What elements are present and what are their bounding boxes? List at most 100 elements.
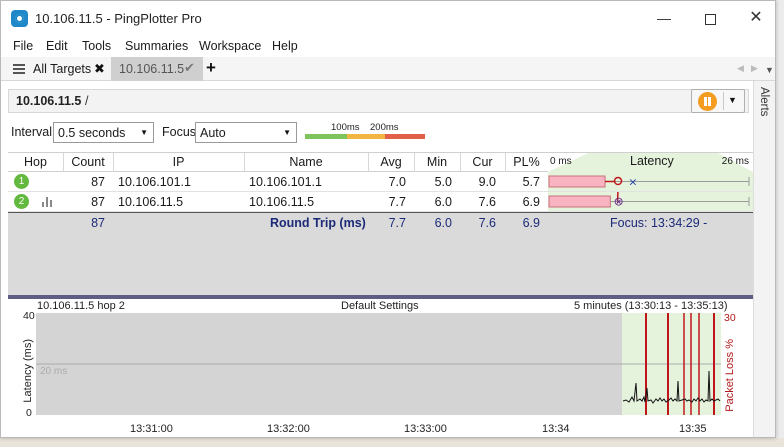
menu-summaries[interactable]: Summaries — [125, 39, 188, 53]
x-tick: 13:31:00 — [130, 423, 173, 435]
hop-number-badge: 2 — [14, 194, 29, 209]
tab-target-label: 10.106.11.5 — [119, 62, 185, 76]
chevron-down-icon[interactable]: ▼ — [765, 65, 774, 75]
hamburger-menu-icon[interactable] — [13, 64, 25, 74]
focus-label: Focus — [162, 125, 197, 139]
y-tick-zero: 0 — [26, 407, 32, 419]
latency-bar-chart: × — [548, 175, 750, 189]
menu-file[interactable]: File — [13, 39, 33, 53]
bar-chart-icon-bar — [42, 202, 44, 207]
latency-color-scale — [305, 134, 425, 139]
bar-chart-icon[interactable] — [42, 197, 53, 207]
y-axis-label-latency: Latency (ms) — [22, 339, 34, 403]
interval-select[interactable]: 0.5 seconds ▼ — [53, 122, 154, 143]
latency-column-header[interactable]: 0 ms Latency 26 ms — [548, 153, 753, 172]
cur-cell: 7.6 — [478, 195, 496, 209]
x-tick: 13:32:00 — [267, 423, 310, 435]
summary-label: Round Trip (ms) — [270, 216, 366, 230]
maximize-button[interactable] — [687, 1, 733, 35]
table-row[interactable]: 1 87 10.106.101.1 10.106.101.1 7.0 5.0 9… — [8, 172, 753, 192]
summary-avg: 7.7 — [388, 216, 406, 230]
min-cell: 5.0 — [434, 175, 452, 189]
scroll-right-icon[interactable]: ▶ — [751, 63, 758, 74]
title-bar: 10.106.11.5 - PingPlotter Pro — ✕ — [1, 1, 775, 35]
tab-all-targets[interactable]: All Targets — [33, 62, 91, 76]
count-cell: 87 — [91, 195, 105, 209]
maximize-icon — [704, 13, 716, 25]
col-min[interactable]: Min — [414, 155, 460, 169]
alerts-sidebar[interactable] — [753, 81, 775, 437]
round-trip-summary-row: 87 Round Trip (ms) 7.7 6.0 7.6 6.9 Focus… — [8, 212, 753, 244]
scale-label-200: 200ms — [370, 122, 399, 133]
scale-warn-segment — [347, 134, 385, 139]
close-tab-icon[interactable]: ✖ — [94, 61, 105, 77]
latency-avg-bar — [548, 175, 606, 188]
latency-title: Latency — [630, 154, 674, 168]
scroll-left-icon[interactable]: ◀ — [737, 63, 744, 74]
close-button[interactable]: ✕ — [733, 1, 779, 35]
y-tick-loss-top: 30 — [724, 312, 736, 324]
chevron-down-icon[interactable]: ▼ — [728, 95, 737, 105]
interval-label: Interval — [11, 125, 52, 139]
latency-timeline-plot[interactable]: 20 ms — [36, 313, 721, 415]
col-hop[interactable]: Hop — [8, 155, 63, 169]
divider — [723, 92, 724, 110]
timeline-svg: 20 ms — [36, 313, 721, 415]
x-tick: 13:33:00 — [404, 423, 447, 435]
alerts-label[interactable]: Alerts — [758, 87, 770, 116]
y-axis-label-packet-loss: Packet Loss % — [724, 339, 736, 412]
summary-count: 87 — [91, 216, 105, 230]
background-strip — [776, 0, 784, 447]
menu-help[interactable]: Help — [272, 39, 298, 53]
menu-edit[interactable]: Edit — [46, 39, 68, 53]
target-path-suffix: / — [85, 94, 89, 108]
name-cell: 10.106.101.1 — [249, 175, 322, 189]
latency-bar-chart: ⊗ — [548, 185, 750, 209]
scale-good-segment — [305, 134, 347, 139]
target-name: 10.106.11.5 — [16, 94, 82, 108]
graph-title-settings[interactable]: Default Settings — [341, 300, 419, 312]
focus-value: Auto — [200, 126, 226, 140]
count-cell: 87 — [91, 175, 105, 189]
scale-bad-segment — [385, 134, 425, 139]
graph-title-range[interactable]: 5 minutes (13:30:13 - 13:35:13) — [574, 300, 727, 312]
add-tab-button[interactable]: + — [206, 58, 216, 78]
chevron-down-icon: ▼ — [140, 128, 148, 137]
background-strip-bottom — [0, 438, 784, 447]
latency-graph-cell: × — [548, 172, 753, 191]
col-cur[interactable]: Cur — [460, 155, 505, 169]
latency-graph-cell: ⊗ — [548, 185, 753, 211]
col-name[interactable]: Name — [244, 155, 368, 169]
tab-bar: All Targets ✖ 10.106.11.5 ✔ + ◀ ▶ ▼ — [1, 57, 775, 81]
pause-icon[interactable] — [698, 92, 717, 111]
col-ip[interactable]: IP — [113, 155, 244, 169]
menu-workspace[interactable]: Workspace — [199, 39, 261, 53]
target-address-bar[interactable]: 10.106.11.5 / — [8, 89, 749, 113]
menu-bar: File Edit Tools Summaries Workspace Help — [1, 35, 775, 57]
summary-min: 6.0 — [434, 216, 452, 230]
tab-target[interactable]: 10.106.11.5 ✔ — [111, 57, 203, 81]
hop-number-badge: 1 — [14, 174, 29, 189]
window-title: 10.106.11.5 - PingPlotter Pro — [35, 11, 202, 26]
min-cell: 6.0 — [434, 195, 452, 209]
timeline-graph-panel: 10.106.11.5 hop 2 Default Settings 5 min… — [8, 299, 753, 437]
table-row[interactable]: 2 87 10.106.11.5 10.106.11.5 7.7 6.0 7.6… — [8, 185, 753, 212]
table-empty-area — [8, 232, 753, 295]
bar-chart-icon-bar — [50, 200, 52, 207]
summary-pl: 6.9 — [522, 216, 540, 230]
current-latency-marker: × — [628, 176, 637, 189]
menu-tools[interactable]: Tools — [82, 39, 111, 53]
avg-cell: 7.7 — [388, 195, 406, 209]
col-avg[interactable]: Avg — [368, 155, 414, 169]
latency-avg-bar — [548, 195, 611, 208]
col-count[interactable]: Count — [63, 155, 113, 169]
cur-cell: 9.0 — [478, 175, 496, 189]
interval-value: 0.5 seconds — [58, 126, 126, 140]
gridline-20ms-label: 20 ms — [40, 366, 67, 377]
focus-select[interactable]: Auto ▼ — [195, 122, 297, 143]
minimize-button[interactable]: — — [641, 1, 687, 35]
checkmark-icon: ✔ — [184, 60, 195, 75]
scale-label-100: 100ms — [331, 122, 360, 133]
col-pl[interactable]: PL% — [505, 155, 548, 169]
ip-cell: 10.106.11.5 — [118, 195, 184, 209]
